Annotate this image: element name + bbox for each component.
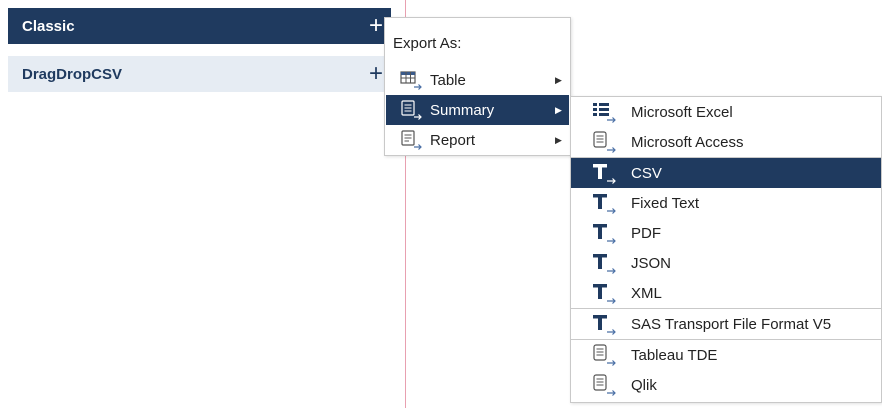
format-item-qlik[interactable]: Qlik xyxy=(571,370,881,400)
table-export-icon xyxy=(400,70,430,90)
export-as-header: Export As: xyxy=(393,35,462,52)
menu-item-summary[interactable]: Summary ▶ xyxy=(386,95,569,125)
format-item-microsoft-access[interactable]: Microsoft Access xyxy=(571,127,881,157)
excel-icon xyxy=(591,101,631,123)
database-icon xyxy=(591,131,631,153)
panel-dragdropcsv[interactable]: DragDropCSV + xyxy=(8,56,391,92)
text-icon xyxy=(591,252,631,274)
format-item-label: CSV xyxy=(631,164,662,182)
format-item-label: SAS Transport File Format V5 xyxy=(631,315,832,333)
text-icon xyxy=(591,313,631,335)
text-icon xyxy=(591,282,631,304)
plus-icon[interactable]: + xyxy=(369,62,383,86)
format-item-label: Fixed Text xyxy=(631,194,700,212)
format-item-fixed-text[interactable]: Fixed Text xyxy=(571,188,881,218)
format-item-xml[interactable]: XML xyxy=(571,278,881,308)
menu-item-report[interactable]: Report ▶ xyxy=(386,125,569,155)
format-item-pdf[interactable]: PDF xyxy=(571,218,881,248)
text-icon xyxy=(591,162,631,184)
plus-icon[interactable]: + xyxy=(369,14,383,38)
menu-item-table-label: Table xyxy=(430,71,466,89)
database-icon xyxy=(591,344,631,366)
menu-item-summary-label: Summary xyxy=(430,101,495,119)
format-item-label: PDF xyxy=(631,224,661,242)
format-item-label: Microsoft Access xyxy=(631,133,744,151)
format-item-label: Tableau TDE xyxy=(631,346,718,364)
format-item-microsoft-excel[interactable]: Microsoft Excel xyxy=(571,97,881,127)
format-item-json[interactable]: JSON xyxy=(571,248,881,278)
submenu-arrow-icon: ▶ xyxy=(555,74,562,85)
panel-classic-label: Classic xyxy=(22,17,75,35)
format-item-tableau-tde[interactable]: Tableau TDE xyxy=(571,340,881,370)
summary-export-icon xyxy=(400,100,430,120)
panel-dragdropcsv-label: DragDropCSV xyxy=(22,65,123,83)
export-as-menu: Export As: Table ▶ Summary ▶ Report ▶ xyxy=(384,17,571,156)
menu-item-table[interactable]: Table ▶ xyxy=(386,65,569,95)
submenu-arrow-icon: ▶ xyxy=(555,134,562,145)
text-icon xyxy=(591,222,631,244)
panel-classic[interactable]: Classic + xyxy=(8,8,391,44)
report-export-icon xyxy=(400,130,430,150)
database-icon xyxy=(591,374,631,396)
format-item-label: XML xyxy=(631,284,662,302)
submenu-arrow-icon: ▶ xyxy=(555,104,562,115)
text-icon xyxy=(591,192,631,214)
format-item-label: Microsoft Excel xyxy=(631,103,733,121)
format-item-csv[interactable]: CSV xyxy=(571,158,881,188)
format-item-label: Qlik xyxy=(631,376,657,394)
format-item-sas-transport[interactable]: SAS Transport File Format V5 xyxy=(571,309,881,339)
menu-item-report-label: Report xyxy=(430,131,476,149)
export-format-submenu: Microsoft Excel Microsoft Access CSV Fix… xyxy=(570,96,882,403)
format-item-label: JSON xyxy=(631,254,672,272)
